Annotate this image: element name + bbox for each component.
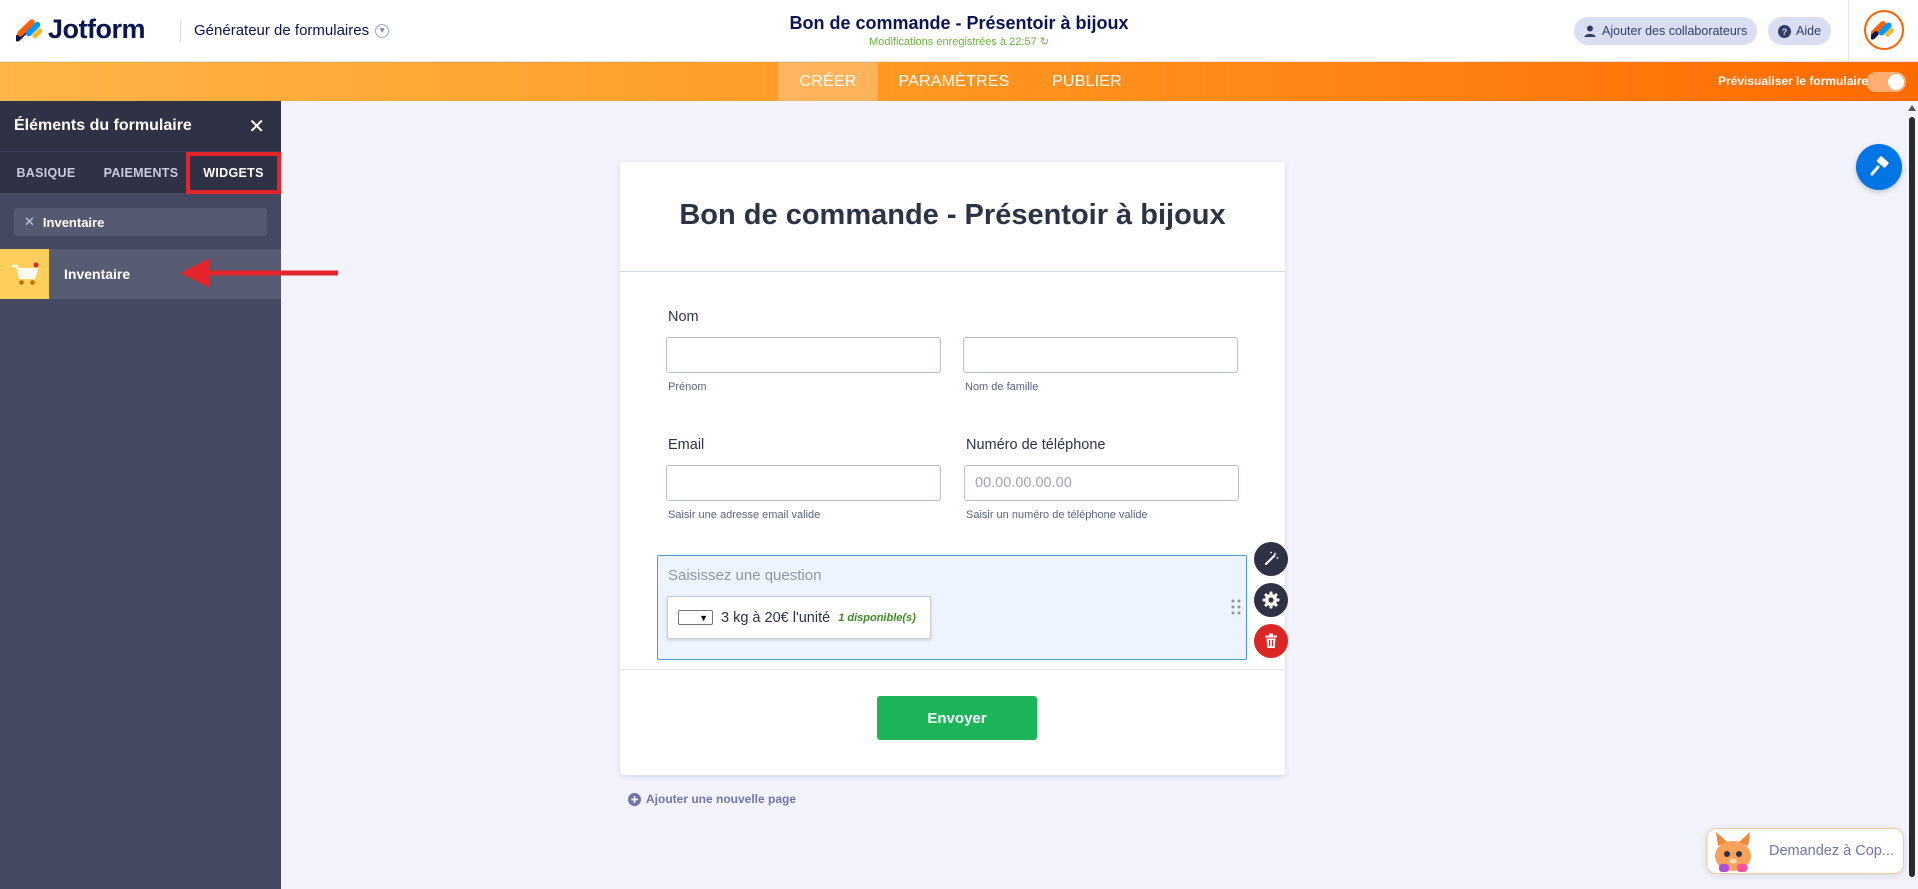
last-name-sublabel: Nom de famille (965, 381, 1039, 393)
tab-publier[interactable]: PUBLIER (1044, 62, 1130, 101)
close-icon[interactable]: ✕ (248, 114, 265, 139)
phone-label: Numéro de téléphone (966, 437, 1106, 453)
ai-agent-avatar-icon (1715, 832, 1751, 872)
ai-copilot-button[interactable]: Demandez à Cop... (1706, 828, 1904, 874)
add-collaborators-button[interactable]: Ajouter des collaborateurs (1574, 17, 1758, 45)
email-label: Email (668, 437, 705, 453)
tab-basique[interactable]: BASIQUE (6, 152, 86, 194)
scroll-thumb[interactable] (1909, 117, 1915, 877)
svg-text:?: ? (1782, 27, 1788, 37)
header-divider (180, 20, 181, 42)
builder-switcher[interactable]: Générateur de formulaires ▾ (194, 22, 390, 39)
help-icon: ? (1778, 24, 1791, 38)
widget-search-input[interactable]: ✕ Inventaire (14, 208, 267, 236)
builder-title: Générateur de formulaires (194, 22, 370, 39)
form-designer-button[interactable] (1856, 144, 1902, 190)
plus-circle-icon (628, 792, 641, 806)
add-new-page-button[interactable]: Ajouter une nouvelle page (628, 792, 796, 806)
quantity-select[interactable]: ▼ (678, 610, 713, 625)
scroll-up-icon[interactable] (1908, 105, 1916, 111)
top-header: Jotform Générateur de formulaires ▾ Bon … (0, 0, 1918, 62)
tab-parametres[interactable]: PARAMÈTRES (888, 62, 1020, 101)
tab-widgets[interactable]: WIDGETS (186, 152, 281, 194)
name-label: Nom (668, 309, 699, 325)
refresh-icon: ↻ (1039, 36, 1049, 48)
settings-button[interactable] (1254, 583, 1288, 617)
magic-wand-button[interactable] (1254, 542, 1288, 576)
help-label: Aide (1796, 24, 1822, 38)
phone-sublabel: Saisir un numéro de téléphone valide (966, 509, 1148, 521)
preview-toggle[interactable] (1866, 72, 1906, 92)
builder-nav: CRÉER PARAMÈTRES PUBLIER Prévisualiser l… (0, 62, 1918, 101)
tab-paiements[interactable]: PAIEMENTS (96, 152, 186, 194)
user-icon (1584, 25, 1596, 37)
ai-copilot-label: Demandez à Cop... (1769, 843, 1894, 859)
header-divider-right (1848, 0, 1849, 62)
form-heading[interactable]: Bon de commande - Présentoir à bijoux (620, 199, 1285, 232)
toggle-knob (1888, 74, 1904, 90)
phone-field[interactable]: 00.00.00.00.00 (964, 465, 1239, 501)
email-field[interactable] (666, 465, 941, 501)
page-scrollbar[interactable] (1906, 103, 1918, 889)
search-value: Inventaire (42, 214, 105, 230)
avatar-jotform-icon (1871, 21, 1894, 40)
user-avatar[interactable] (1864, 10, 1904, 50)
panel-header: Éléments du formulaire ✕ (0, 101, 281, 151)
help-button[interactable]: ? Aide (1768, 17, 1832, 45)
form-elements-panel: Éléments du formulaire ✕ BASIQUE PAIEMEN… (0, 101, 281, 889)
submit-divider (620, 669, 1285, 670)
trash-icon (1265, 633, 1277, 648)
shopping-cart-icon (0, 249, 49, 299)
add-new-page-label: Ajouter une nouvelle page (646, 792, 797, 806)
inventory-item-text: 3 kg à 20€ l'unité (721, 609, 831, 626)
email-sublabel: Saisir une adresse email valide (668, 509, 821, 521)
question-placeholder[interactable]: Saisissez une question (668, 567, 821, 584)
brand-name: Jotform (48, 14, 146, 44)
panel-title: Éléments du formulaire (14, 117, 192, 134)
form-card: Bon de commande - Présentoir à bijoux No… (620, 162, 1288, 775)
submit-button[interactable]: Envoyer (877, 696, 1037, 740)
drag-handle-icon[interactable] (1231, 599, 1241, 615)
jotform-logo-icon (16, 18, 42, 42)
inventory-availability: 1 disponible(s) (838, 611, 916, 624)
paint-roller-icon (1870, 156, 1889, 176)
inventory-question-block[interactable]: Saisissez une question ▼ 3 kg à 20€ l'un… (657, 555, 1247, 660)
save-status-text: Modifications enregistrées à 22:57 (869, 36, 1037, 48)
annotation-arrow-icon (180, 258, 338, 288)
widget-item-label: Inventaire (64, 266, 131, 282)
last-name-input[interactable] (963, 337, 1238, 373)
preview-form-label: Prévisualiser le formulaire (1718, 74, 1869, 88)
clear-search-icon[interactable]: ✕ (24, 214, 35, 230)
first-name-input[interactable] (666, 337, 941, 373)
first-name-sublabel: Prénom (668, 381, 707, 393)
magic-wand-icon (1264, 551, 1279, 566)
panel-tabs: BASIQUE PAIEMENTS WIDGETS (0, 151, 281, 194)
heading-divider (620, 271, 1285, 272)
chevron-down-icon: ▾ (375, 23, 390, 38)
tab-creer[interactable]: CRÉER (778, 62, 878, 101)
add-collaborators-label: Ajouter des collaborateurs (1602, 24, 1748, 38)
gear-icon (1262, 591, 1280, 609)
delete-button[interactable] (1254, 624, 1288, 658)
inventory-widget: ▼ 3 kg à 20€ l'unité 1 disponible(s) (667, 596, 931, 639)
phone-placeholder: 00.00.00.00.00 (975, 475, 1072, 491)
jotform-logo[interactable]: Jotform (16, 14, 146, 45)
